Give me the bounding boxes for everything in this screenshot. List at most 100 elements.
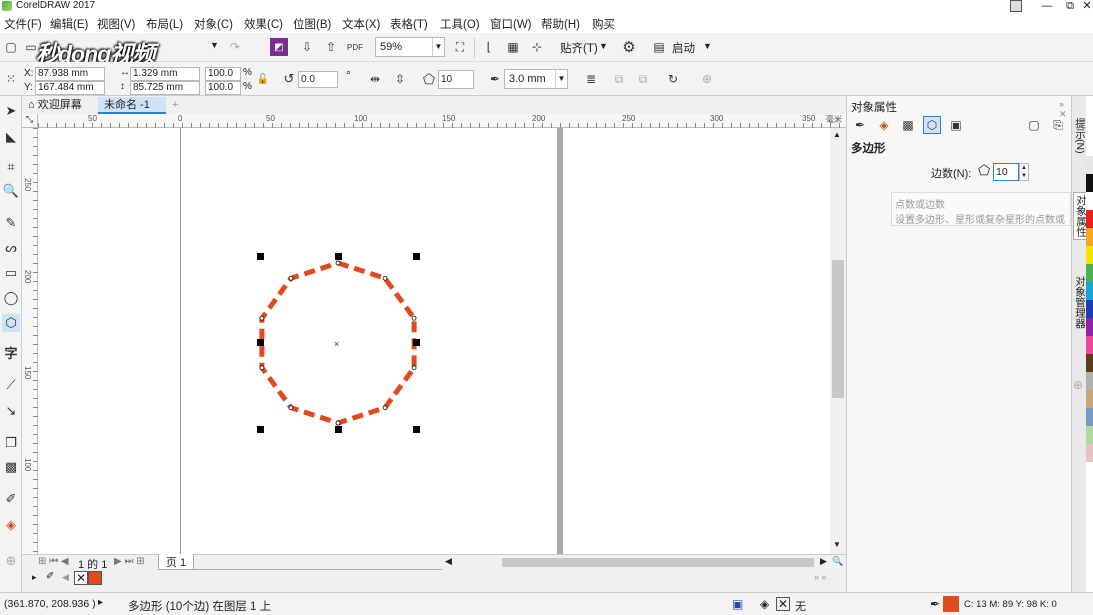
dropdown-arrow-icon[interactable]: ▼: [210, 40, 219, 50]
scroll-left-icon[interactable]: ◀: [445, 556, 452, 567]
ruler-origin[interactable]: ⤡: [22, 114, 38, 128]
menu-view[interactable]: 视图(V): [97, 16, 135, 32]
width-field[interactable]: 1.329 mm: [130, 67, 200, 81]
close-button[interactable]: ✕: [1081, 0, 1093, 13]
polygon-node[interactable]: [288, 275, 294, 281]
tab-welcome-screen[interactable]: ⌂ 欢迎屏幕: [22, 97, 98, 114]
palette-swatch[interactable]: [1086, 408, 1093, 426]
rectangle-tool-icon[interactable]: ▭: [2, 264, 20, 282]
zoom-nav-icon[interactable]: 🔍: [832, 556, 843, 567]
full-screen-icon[interactable]: ⛶: [451, 38, 469, 56]
mirror-vertical-icon[interactable]: ⇳: [391, 70, 409, 88]
polygon-node[interactable]: [411, 315, 417, 321]
docker-sides-field[interactable]: 10: [993, 163, 1019, 181]
color-proof-icon[interactable]: ▣: [732, 597, 743, 611]
menu-file[interactable]: 文件(F): [4, 16, 42, 32]
freehand-tool-icon[interactable]: ✎: [2, 214, 20, 232]
selection-handle[interactable]: [335, 426, 342, 433]
horizontal-ruler[interactable]: 50 0 50 100 150 200 250 300 350 毫米: [38, 114, 846, 128]
palette-scroll-left-icon[interactable]: ◀: [62, 572, 69, 583]
convert-to-curves-icon[interactable]: ↻: [664, 70, 682, 88]
show-grid-icon[interactable]: ▦: [504, 38, 522, 56]
selection-handle[interactable]: [257, 339, 264, 346]
launch-dropdown[interactable]: 启动: [672, 40, 695, 56]
sides-spinner[interactable]: ▲ ▼: [1019, 163, 1029, 181]
launch-dropdown-icon[interactable]: ▼: [703, 41, 712, 51]
palette-eyedropper-icon[interactable]: ✐: [46, 571, 54, 582]
polygon-node[interactable]: [382, 405, 388, 411]
options-gear-icon[interactable]: ⚙: [620, 38, 638, 56]
to-back-icon[interactable]: ⧉: [634, 70, 652, 88]
menu-layout[interactable]: 布局(L): [146, 16, 183, 32]
selection-handle[interactable]: [257, 253, 264, 260]
x-position-field[interactable]: 87.938 mm: [35, 67, 105, 81]
menu-edit[interactable]: 编辑(E): [50, 16, 88, 32]
launch-icon[interactable]: ▤: [650, 38, 668, 56]
add-preset-icon[interactable]: ⊕: [698, 70, 716, 88]
polygon-node[interactable]: [382, 275, 388, 281]
snap-dropdown-icon[interactable]: ▼: [599, 41, 608, 51]
interactive-fill-icon[interactable]: ◈: [2, 516, 20, 534]
polygon-node[interactable]: [259, 315, 265, 321]
no-color-swatch[interactable]: ✕: [74, 571, 88, 585]
palette-expand-icon[interactable]: ▸: [32, 572, 37, 583]
palette-swatch[interactable]: [1086, 426, 1093, 444]
frame-icon[interactable]: ▢: [1025, 116, 1043, 134]
tab-document[interactable]: 未命名 -1: [98, 97, 166, 114]
new-document-icon[interactable]: ▢: [2, 38, 20, 56]
vertical-scrollbar[interactable]: ▲ ▼: [830, 128, 846, 554]
palette-swatch[interactable]: [1086, 174, 1093, 192]
menu-bitmaps[interactable]: 位图(B): [293, 16, 331, 32]
palette-scroll-right-icon[interactable]: » »: [814, 572, 827, 582]
scroll-thumb[interactable]: [832, 260, 844, 398]
palette-swatch[interactable]: [1086, 228, 1093, 246]
polygon-node[interactable]: [288, 405, 294, 411]
show-guidelines-icon[interactable]: ⊹: [528, 38, 546, 56]
palette-swatch[interactable]: [1086, 156, 1093, 174]
hscroll-thumb[interactable]: [502, 558, 814, 567]
outline-width-dropdown-icon[interactable]: ▼: [555, 70, 567, 88]
zoom-dropdown-icon[interactable]: ▼: [432, 38, 444, 56]
bitmap-properties-icon[interactable]: ▣: [947, 116, 965, 134]
sides-field[interactable]: 10: [438, 70, 474, 89]
export-icon[interactable]: ⇧: [322, 38, 340, 56]
shape-tool-icon[interactable]: ◣: [2, 128, 20, 146]
ellipse-tool-icon[interactable]: ◯: [2, 289, 20, 307]
menu-help[interactable]: 帮助(H): [541, 16, 580, 32]
user-icon[interactable]: [1010, 0, 1022, 12]
add-tool-icon[interactable]: ⊕: [2, 552, 20, 570]
vertical-ruler[interactable]: 250 200 150 100: [22, 128, 38, 554]
status-expand-icon[interactable]: ▸: [98, 597, 103, 608]
zoom-level-combo[interactable]: 59% ▼: [375, 37, 445, 57]
drawing-canvas[interactable]: ×: [38, 128, 830, 554]
fill-properties-icon[interactable]: ◈: [875, 116, 893, 134]
mirror-horizontal-icon[interactable]: ⇹: [366, 70, 384, 88]
y-position-field[interactable]: 167.484 mm: [35, 81, 105, 95]
menu-object[interactable]: 对象(C): [194, 16, 233, 32]
palette-swatch[interactable]: [1086, 264, 1093, 282]
menu-tools[interactable]: 工具(O): [440, 16, 480, 32]
add-docker-icon[interactable]: ⊕: [1073, 378, 1083, 392]
add-tab-button[interactable]: +: [166, 97, 182, 114]
transparency-properties-icon[interactable]: ▩: [899, 116, 917, 134]
palette-swatch[interactable]: [1086, 318, 1093, 336]
menu-text[interactable]: 文本(X): [342, 16, 380, 32]
palette-swatch[interactable]: [1086, 354, 1093, 372]
show-rulers-icon[interactable]: ⌊: [480, 38, 498, 56]
redo-icon[interactable]: ↷: [226, 38, 244, 56]
add-page-before-icon[interactable]: ⊞ ⏮ ◀: [38, 556, 69, 567]
palette-swatch[interactable]: [1086, 282, 1093, 300]
polygon-node[interactable]: [411, 365, 417, 371]
summary-icon[interactable]: ⎘: [1049, 116, 1067, 134]
palette-swatch[interactable]: [1086, 336, 1093, 354]
palette-swatch[interactable]: [1086, 372, 1093, 390]
palette-swatch[interactable]: [1086, 246, 1093, 264]
polygon-node[interactable]: [335, 420, 341, 426]
orange-swatch[interactable]: [88, 571, 102, 585]
pick-tool-icon[interactable]: ➤: [2, 102, 20, 120]
outline-properties-icon[interactable]: ✒: [851, 116, 869, 134]
palette-swatch[interactable]: [1086, 390, 1093, 408]
palette-swatch[interactable]: [1086, 210, 1093, 228]
rotation-icon[interactable]: ↺: [280, 70, 298, 88]
height-field[interactable]: 85.725 mm: [130, 81, 200, 95]
